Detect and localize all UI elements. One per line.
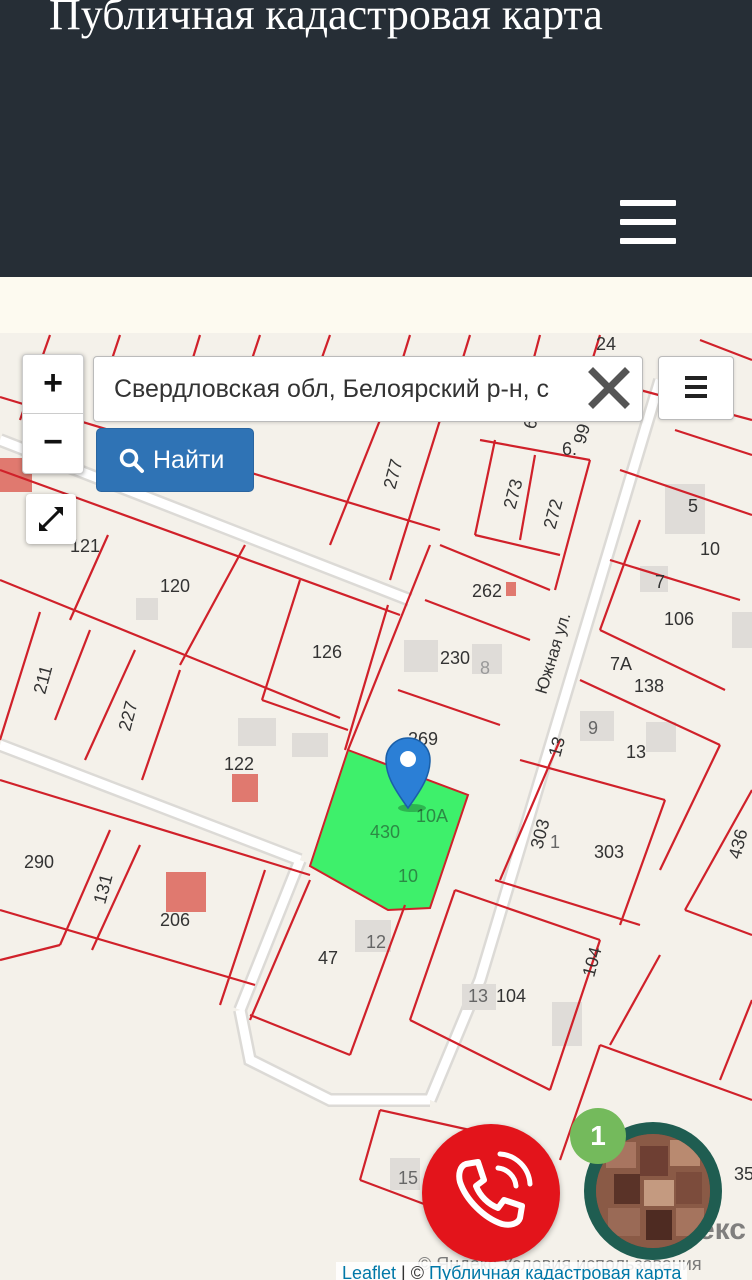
parcel-label: 7 xyxy=(655,572,665,592)
search-icon xyxy=(119,448,144,473)
map-attribution: Leaflet | © Публичная кадастровая карта xyxy=(336,1262,688,1280)
call-button[interactable] xyxy=(422,1124,560,1262)
address-search-box xyxy=(93,356,643,422)
zoom-out-button[interactable]: − xyxy=(23,413,83,472)
site-header: Публичная кадастровая карта xyxy=(0,0,752,277)
parcel-label: 211 xyxy=(30,663,57,696)
clear-icon[interactable] xyxy=(588,367,630,409)
pkk-link[interactable]: Публичная кадастровая карта xyxy=(429,1263,681,1280)
parcel-label: 131 xyxy=(90,872,117,906)
page-title: Публичная кадастровая карта xyxy=(49,0,603,39)
parcel-label: 126 xyxy=(312,642,342,662)
parcel-label: 277 xyxy=(380,457,407,491)
parcel-label: 290 xyxy=(24,852,54,872)
parcel-label: 230 xyxy=(440,648,470,668)
address-search-input[interactable] xyxy=(112,357,586,421)
parcel-label: 106 xyxy=(664,609,694,629)
layers-menu-button[interactable] xyxy=(658,356,734,420)
parcel-label: 13 xyxy=(545,735,570,760)
parcel-label: 6. xyxy=(562,439,577,459)
parcel-label: 5 xyxy=(688,496,698,516)
selected-parcel-number: 430 xyxy=(370,822,400,842)
parcel-label: 303 xyxy=(594,842,624,862)
parcel-label: 206 xyxy=(160,910,190,930)
find-button[interactable]: Найти xyxy=(96,428,254,492)
parcel-label: 12 xyxy=(366,932,386,952)
parcel-label: 272 xyxy=(540,497,567,531)
parcel-label: 1 xyxy=(550,832,560,852)
attribution-separator: | © xyxy=(396,1263,429,1280)
list-icon xyxy=(685,376,707,398)
parcel-label: 47 xyxy=(318,948,338,968)
phone-icon xyxy=(456,1151,533,1228)
parcel-label: 262 xyxy=(472,581,502,601)
parcel-label: 10 xyxy=(700,539,720,559)
leaflet-link[interactable]: Leaflet xyxy=(342,1263,396,1280)
parcel-label: 13 xyxy=(468,986,488,1006)
parcel-label: 227 xyxy=(115,699,142,733)
parcel-label: 104 xyxy=(579,945,606,979)
hamburger-menu-icon[interactable] xyxy=(620,200,676,244)
parcel-label: 7А xyxy=(610,654,632,674)
parcel-label: 8 xyxy=(480,658,490,678)
parcel-label: 15 xyxy=(398,1168,418,1188)
header-spacer xyxy=(0,277,752,333)
fullscreen-button[interactable] xyxy=(26,494,76,544)
zoom-in-button[interactable]: + xyxy=(23,355,83,413)
parcel-label: 13 xyxy=(626,742,646,762)
parcel-label: 273 xyxy=(500,477,527,511)
expand-icon xyxy=(38,506,64,532)
zoom-control: + − xyxy=(22,354,84,474)
parcel-label: 138 xyxy=(634,676,664,696)
parcel-label: 10 xyxy=(398,866,418,886)
parcel-label: 104 xyxy=(496,986,526,1006)
notification-badge: 1 xyxy=(570,1108,626,1164)
parcel-label: 35 xyxy=(734,1164,752,1184)
parcel-label: 9 xyxy=(588,718,598,738)
parcel-label: 122 xyxy=(224,754,254,774)
parcel-label: 24 xyxy=(596,334,616,354)
find-button-label: Найти xyxy=(153,446,225,474)
parcel-label: 120 xyxy=(160,576,190,596)
